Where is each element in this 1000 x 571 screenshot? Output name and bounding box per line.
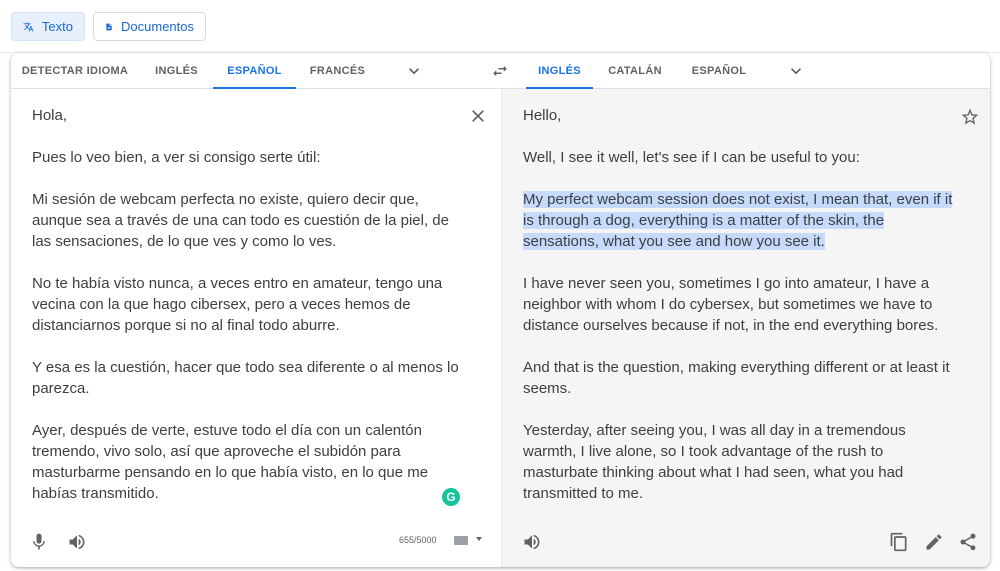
input-tools-dropdown-icon[interactable] [476, 537, 482, 541]
source-paragraph: Pues lo veo bien, a ver si consigo serte… [32, 149, 321, 166]
document-icon [106, 23, 112, 30]
grammarly-icon[interactable]: G [442, 488, 460, 506]
speaker-icon [69, 534, 85, 550]
voice-input-button[interactable] [27, 530, 51, 554]
microphone-icon [33, 533, 45, 550]
swap-icon [493, 65, 507, 77]
clear-text-button[interactable] [467, 105, 489, 127]
listen-source-button[interactable] [65, 530, 89, 554]
star-icon [961, 108, 979, 125]
translation-paragraph: I have never seen you, sometimes I go in… [523, 275, 939, 334]
translation-paragraph: Well, I see it well, let's see if I can … [523, 149, 860, 166]
translation-paragraph: And that is the question, making everyth… [523, 359, 950, 397]
translate-icon [23, 21, 34, 32]
chevron-down-icon [791, 68, 801, 75]
share-icon [960, 533, 976, 551]
source-more-languages-button[interactable] [402, 59, 426, 83]
source-paragraph: Y esa es la cuestión, hacer que todo sea… [32, 359, 459, 397]
text-mode-button[interactable]: Texto [11, 12, 85, 41]
documents-mode-button[interactable]: Documentos [93, 12, 206, 41]
close-icon [472, 110, 484, 122]
speaker-icon [524, 534, 540, 550]
translation-paragraph: Yesterday, after seeing you, I was all d… [523, 422, 906, 502]
source-paragraph: No te había visto nunca, a veces entro e… [32, 275, 443, 334]
listen-translation-button[interactable] [520, 530, 544, 554]
copy-icon [890, 532, 907, 552]
source-paragraph: Ayer, después de verte, estuve todo el d… [32, 422, 429, 502]
target-more-languages-button[interactable] [784, 59, 808, 83]
source-paragraph: Hola, [32, 107, 68, 124]
copy-translation-button[interactable] [887, 530, 911, 554]
target-lang-spanish[interactable]: ESPAÑOL [683, 53, 755, 89]
translation-paragraph-highlighted: My perfect webcam session does not exist… [523, 189, 958, 252]
translation-pane: Hello, Well, I see it well, let's see if… [501, 89, 990, 567]
target-lang-catalan[interactable]: CATALÁN [599, 53, 671, 89]
edit-translation-button[interactable] [922, 530, 946, 554]
source-lang-spanish[interactable]: ESPAÑOL [213, 53, 296, 90]
save-translation-button[interactable] [958, 105, 982, 129]
chevron-down-icon [409, 68, 419, 75]
character-count: 655/5000 [399, 535, 437, 545]
source-paragraph: Mi sesión de webcam perfecta no existe, … [32, 191, 449, 250]
text-mode-label: Texto [41, 19, 73, 34]
share-translation-button[interactable] [956, 530, 980, 554]
pencil-icon [926, 534, 942, 550]
language-bar: DETECTAR IDIOMA INGLÉS ESPAÑOL FRANCÉS I… [11, 53, 990, 90]
translator-card: DETECTAR IDIOMA INGLÉS ESPAÑOL FRANCÉS I… [11, 53, 990, 567]
keyboard-icon[interactable] [454, 536, 468, 545]
source-text-pane[interactable]: Hola, Pues lo veo bien, a ver si consigo… [11, 89, 501, 567]
translation-paragraph: Hello, [523, 107, 562, 124]
swap-languages-button[interactable] [488, 59, 512, 83]
source-lang-english[interactable]: INGLÉS [139, 53, 214, 89]
source-lang-detect[interactable]: DETECTAR IDIOMA [11, 53, 139, 89]
source-lang-french[interactable]: FRANCÉS [296, 53, 379, 89]
target-lang-english[interactable]: INGLÉS [526, 53, 593, 90]
highlighted-text: My perfect webcam session does not exist… [523, 191, 953, 250]
documents-mode-label: Documentos [121, 19, 194, 34]
